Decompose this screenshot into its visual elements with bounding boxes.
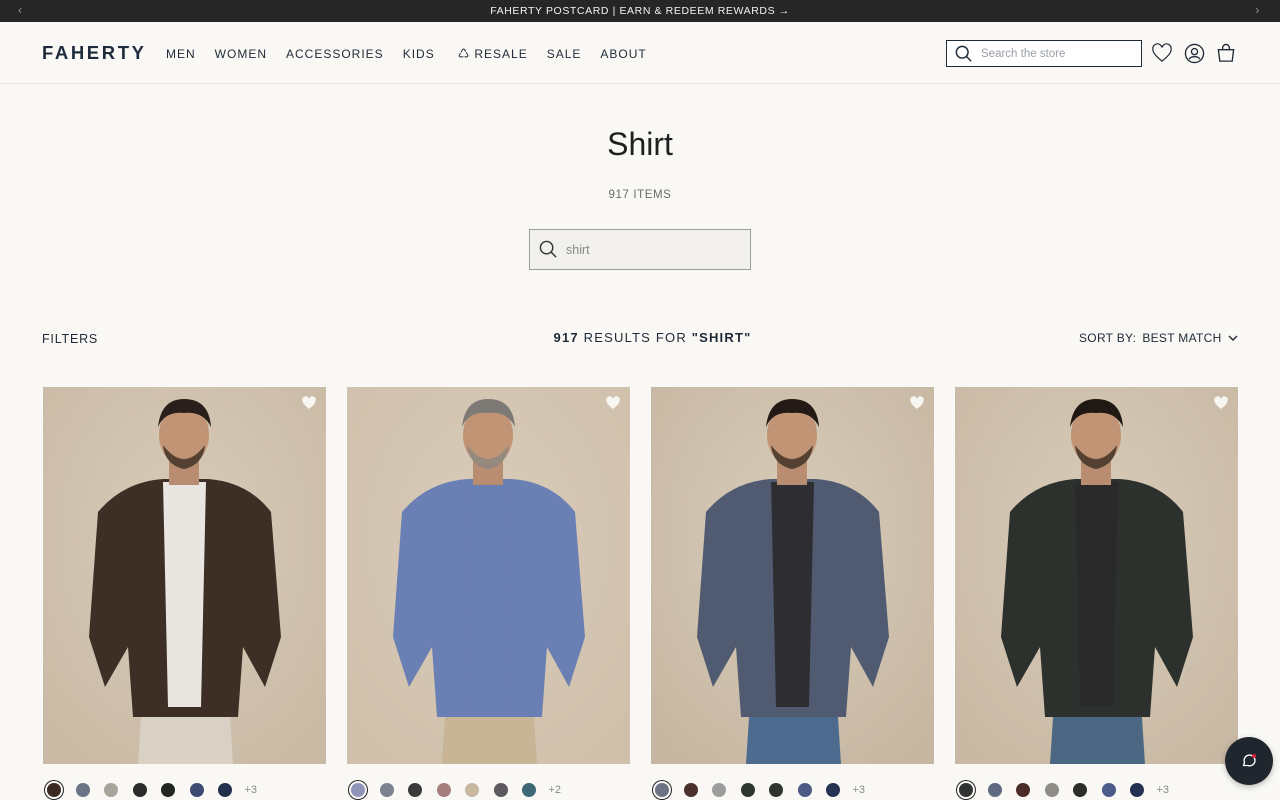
results-query: "SHIRT" xyxy=(691,330,752,345)
promo-link[interactable]: FAHERTY POSTCARD | EARN & REDEEM REWARDS… xyxy=(490,5,790,17)
color-swatch[interactable] xyxy=(712,783,726,797)
more-colors-count[interactable]: +2 xyxy=(549,784,562,796)
more-colors-count[interactable]: +3 xyxy=(853,784,866,796)
item-count: 917 ITEMS xyxy=(608,189,672,201)
nav-men[interactable]: MEN xyxy=(166,46,196,62)
promo-prev-button[interactable]: ‹ xyxy=(18,3,23,17)
color-swatches: +3 xyxy=(957,783,1169,797)
color-swatches: +3 xyxy=(45,783,257,797)
product-card[interactable] xyxy=(43,387,326,764)
color-swatch[interactable] xyxy=(522,783,536,797)
color-swatch[interactable] xyxy=(1044,783,1059,797)
recycle-icon: ♺ xyxy=(457,46,471,61)
faherty-logo[interactable]: FAHERTY xyxy=(42,42,147,64)
results-count: 917 xyxy=(553,330,579,345)
nav-resale-label: RESALE xyxy=(474,47,528,61)
color-swatch[interactable] xyxy=(218,783,232,797)
color-swatch[interactable] xyxy=(189,783,204,797)
color-swatch[interactable] xyxy=(75,783,90,797)
color-swatch[interactable] xyxy=(683,783,698,797)
color-swatch[interactable] xyxy=(1130,783,1144,797)
product-image xyxy=(955,387,1238,764)
favorite-heart-icon[interactable] xyxy=(909,395,925,411)
product-image xyxy=(651,387,934,764)
account-icon[interactable] xyxy=(1182,41,1206,65)
header-search-input[interactable] xyxy=(981,47,1131,60)
color-swatch[interactable] xyxy=(104,783,118,797)
nav-women[interactable]: WOMEN xyxy=(215,46,267,62)
nav-kids[interactable]: KIDS xyxy=(403,46,435,62)
color-swatch[interactable] xyxy=(379,783,394,797)
color-swatch[interactable] xyxy=(132,783,147,797)
color-swatch[interactable] xyxy=(351,783,365,797)
wishlist-heart-icon[interactable] xyxy=(1150,41,1174,65)
page-title: Shirt xyxy=(607,126,673,162)
favorite-heart-icon[interactable] xyxy=(301,395,317,411)
product-image xyxy=(43,387,326,764)
chat-icon xyxy=(1242,754,1256,767)
color-swatch[interactable] xyxy=(1101,783,1116,797)
nav-accessories[interactable]: ACCESSORIES xyxy=(286,46,384,62)
site-header: FAHERTY MEN WOMEN ACCESSORIES KIDS ♺ RESA… xyxy=(0,22,1280,84)
color-swatch[interactable] xyxy=(655,783,669,797)
shopping-bag-icon[interactable] xyxy=(1214,41,1238,65)
favorite-heart-icon[interactable] xyxy=(605,395,621,411)
chevron-down-icon xyxy=(1228,335,1238,341)
color-swatch[interactable] xyxy=(797,783,812,797)
main-nav: MEN WOMEN ACCESSORIES KIDS ♺ RESALE SALE … xyxy=(166,46,666,62)
search-icon xyxy=(539,240,557,258)
product-card[interactable] xyxy=(347,387,630,764)
chat-button[interactable] xyxy=(1225,737,1273,785)
color-swatch[interactable] xyxy=(408,783,422,797)
color-swatch[interactable] xyxy=(1073,783,1087,797)
promo-next-button[interactable]: › xyxy=(1255,3,1260,17)
color-swatch[interactable] xyxy=(959,783,973,797)
product-card[interactable] xyxy=(651,387,934,764)
nav-sale[interactable]: SALE xyxy=(547,46,582,62)
color-swatch[interactable] xyxy=(987,783,1002,797)
sort-dropdown[interactable]: SORT BY: BEST MATCH xyxy=(1079,331,1238,345)
sort-label: SORT BY: xyxy=(1079,331,1137,345)
results-search-input[interactable] xyxy=(566,242,736,257)
more-colors-count[interactable]: +3 xyxy=(1157,784,1170,796)
product-image xyxy=(347,387,630,764)
color-swatches: +3 xyxy=(653,783,865,797)
color-swatch[interactable] xyxy=(465,783,479,797)
promo-bar: ‹ FAHERTY POSTCARD | EARN & REDEEM REWAR… xyxy=(0,0,1280,22)
color-swatch[interactable] xyxy=(493,783,508,797)
nav-resale[interactable]: ♺ RESALE xyxy=(458,46,528,62)
color-swatch[interactable] xyxy=(740,783,755,797)
product-card[interactable] xyxy=(955,387,1238,764)
more-colors-count[interactable]: +3 xyxy=(245,784,258,796)
search-icon xyxy=(955,45,972,62)
favorite-heart-icon[interactable] xyxy=(1213,395,1229,411)
color-swatch[interactable] xyxy=(769,783,783,797)
header-search[interactable] xyxy=(946,40,1142,67)
color-swatch[interactable] xyxy=(436,783,451,797)
color-swatch[interactable] xyxy=(1016,783,1030,797)
color-swatch[interactable] xyxy=(161,783,175,797)
sort-value: BEST MATCH xyxy=(1142,331,1222,345)
color-swatch[interactable] xyxy=(47,783,61,797)
nav-about[interactable]: ABOUT xyxy=(600,46,646,62)
results-text: RESULTS FOR xyxy=(578,330,692,345)
color-swatch[interactable] xyxy=(826,783,840,797)
results-search[interactable] xyxy=(529,229,751,270)
color-swatches: +2 xyxy=(349,783,561,797)
